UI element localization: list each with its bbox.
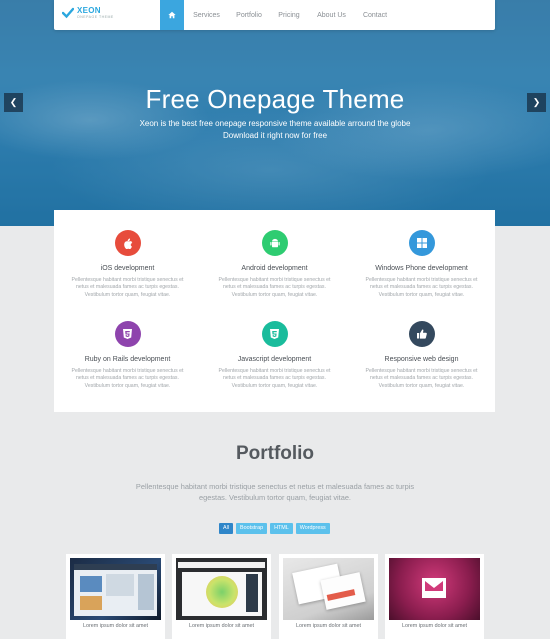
- portfolio-item[interactable]: Lorem ipsum dolor sit amet: [66, 554, 165, 639]
- service-text: Pellentesque habitant morbi tristique se…: [218, 277, 331, 298]
- filter-all[interactable]: All: [219, 523, 233, 534]
- home-icon: [168, 11, 176, 19]
- logo[interactable]: XEON ONEPAGE THEME: [62, 7, 114, 20]
- portfolio-image: [389, 558, 480, 620]
- portfolio-image: [70, 558, 161, 620]
- service-text: Pellentesque habitant morbi tristique se…: [365, 277, 478, 298]
- hero-subtitle-line1: Xeon is the best free onepage responsive…: [139, 119, 411, 128]
- portfolio-caption: Lorem ipsum dolor sit amet: [401, 623, 467, 629]
- service-android: Android development Pellentesque habitan…: [201, 230, 348, 299]
- portfolio-caption: Lorem ipsum dolor sit amet: [188, 623, 254, 629]
- filter-html[interactable]: HTML: [270, 523, 293, 534]
- service-ios: iOS development Pellentesque habitant mo…: [54, 230, 201, 299]
- nav-about-us[interactable]: About Us: [309, 0, 354, 30]
- services-section: iOS development Pellentesque habitant mo…: [54, 210, 495, 412]
- service-ruby: Ruby on Rails development Pellentesque h…: [54, 321, 201, 390]
- service-responsive: Responsive web design Pellentesque habit…: [348, 321, 495, 390]
- html5-icon: [114, 321, 141, 347]
- portfolio-image: [283, 558, 374, 620]
- apple-icon: [114, 230, 141, 256]
- service-title: Android development: [241, 265, 308, 272]
- css3-icon: [261, 321, 288, 347]
- nav-services[interactable]: Services: [184, 0, 229, 30]
- service-title: Ruby on Rails development: [84, 356, 171, 363]
- brand-tagline: ONEPAGE THEME: [77, 15, 114, 19]
- brand-name: XEON: [77, 6, 101, 15]
- filter-wordpress[interactable]: Wordpress: [295, 523, 330, 534]
- service-text: Pellentesque habitant morbi tristique se…: [71, 368, 184, 389]
- service-text: Pellentesque habitant morbi tristique se…: [71, 277, 184, 298]
- filter-bootstrap[interactable]: Bootstrap: [236, 523, 268, 534]
- service-title: iOS development: [100, 265, 155, 272]
- portfolio-caption: Lorem ipsum dolor sit amet: [295, 623, 361, 629]
- portfolio-item[interactable]: Lorem ipsum dolor sit amet: [385, 554, 484, 639]
- portfolio-filters: All Bootstrap HTML Wordpress: [219, 523, 330, 534]
- windows-icon: [408, 230, 435, 256]
- nav-home[interactable]: [160, 0, 184, 30]
- portfolio-image: [176, 558, 267, 620]
- main-nav: Services Portfolio Pricing About Us Cont…: [160, 0, 396, 30]
- portfolio-item[interactable]: Lorem ipsum dolor sit amet: [279, 554, 378, 639]
- portfolio-title: Portfolio: [235, 443, 315, 464]
- thumbs-up-icon: [408, 321, 435, 347]
- check-icon: [62, 8, 74, 19]
- hero-subtitle-line2: Download it right now for free: [222, 131, 328, 140]
- service-windows: Windows Phone development Pellentesque h…: [348, 230, 495, 299]
- hero-title: Free Onepage Theme: [145, 84, 405, 114]
- nav-portfolio[interactable]: Portfolio: [229, 0, 269, 30]
- nav-pricing[interactable]: Pricing: [269, 0, 309, 30]
- portfolio-description: Pellentesque habitant morbi tristique se…: [135, 482, 415, 502]
- android-icon: [261, 230, 288, 256]
- service-title: Responsive web design: [384, 356, 459, 363]
- top-navbar: XEON ONEPAGE THEME Services Portfolio Pr…: [54, 0, 495, 30]
- portfolio-item[interactable]: Lorem ipsum dolor sit amet: [172, 554, 271, 639]
- hero-subtitle: Xeon is the best free onepage responsive…: [0, 118, 550, 142]
- nav-contact[interactable]: Contact: [354, 0, 396, 30]
- service-title: Windows Phone development: [375, 265, 468, 272]
- service-text: Pellentesque habitant morbi tristique se…: [365, 368, 478, 389]
- service-javascript: Javascript development Pellentesque habi…: [201, 321, 348, 390]
- service-text: Pellentesque habitant morbi tristique se…: [218, 368, 331, 389]
- portfolio-caption: Lorem ipsum dolor sit amet: [82, 623, 148, 629]
- service-title: Javascript development: [237, 356, 312, 363]
